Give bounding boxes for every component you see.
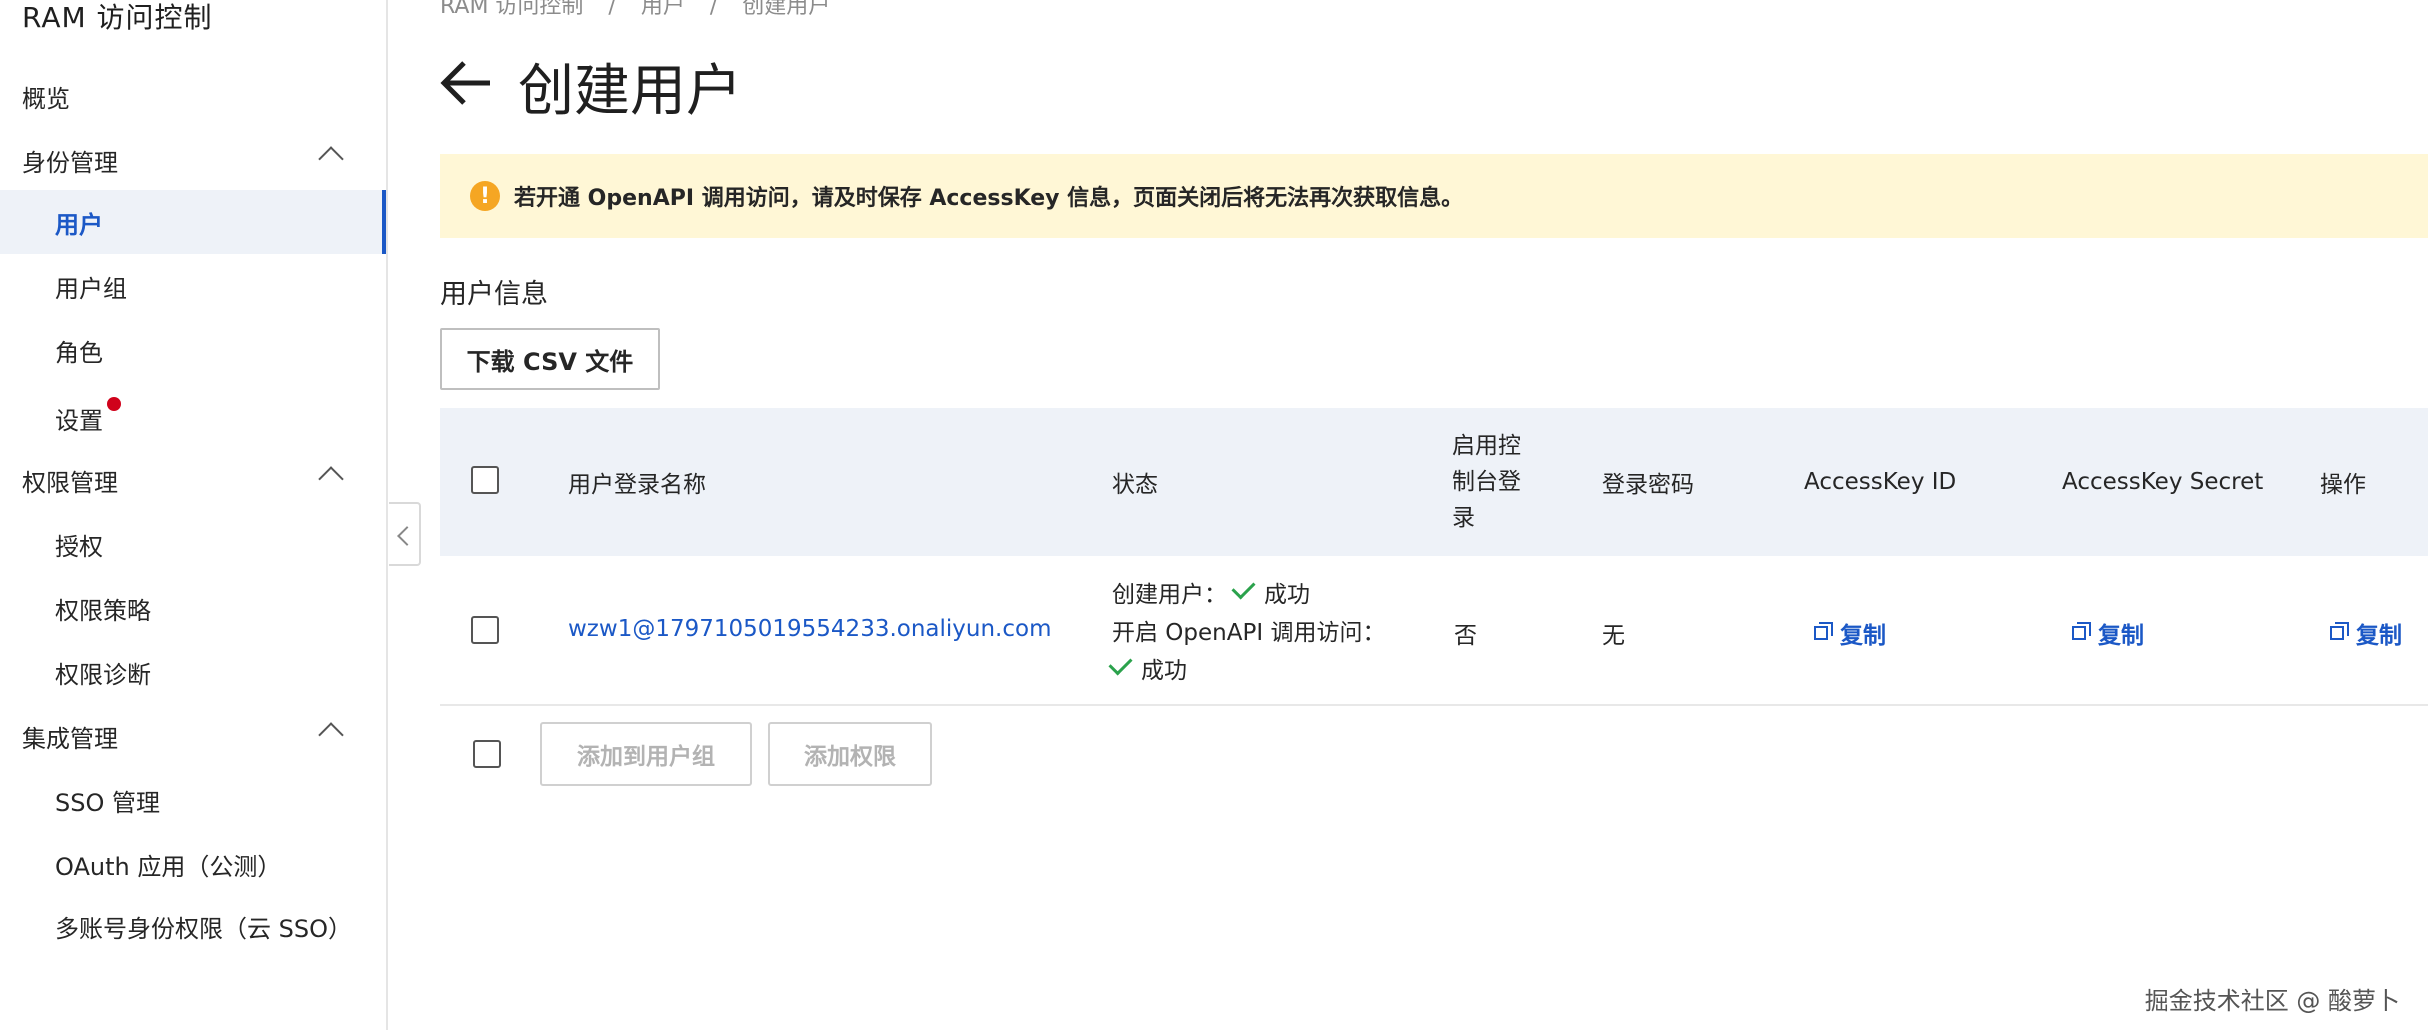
sidebar-group-identity[interactable]: 身份管理 — [0, 128, 386, 192]
sidebar-item-label: 集成管理 — [22, 724, 118, 753]
sidebar-item-user-groups[interactable]: 用户组 — [0, 254, 386, 318]
watermark: 掘金技术社区 @ 酸萝卜 — [2144, 987, 2400, 1015]
sidebar-item-diagnostics[interactable]: 权限诊断 — [0, 640, 386, 704]
sidebar-item-label: 授权 — [55, 532, 103, 561]
sidebar-item-label: 权限策略 — [55, 596, 151, 625]
sidebar-collapse-button[interactable] — [389, 502, 421, 566]
alert-text: 若开通 OpenAPI 调用访问，请及时保存 AccessKey 信息，页面关闭… — [514, 186, 1464, 211]
copy-icon — [1814, 622, 1833, 640]
status-label: 开启 OpenAPI 调用访问： — [1112, 620, 1386, 646]
column-header-password: 登录密码 — [1602, 472, 1694, 498]
copy-icon — [2330, 622, 2349, 640]
sidebar-item-policies[interactable]: 权限策略 — [0, 576, 386, 640]
breadcrumb-item[interactable]: RAM 访问控制 — [440, 0, 583, 19]
copy-label: 复制 — [2098, 623, 2144, 649]
column-header-accesskey-secret: AccessKey Secret — [2062, 469, 2264, 495]
warning-alert: ! 若开通 OpenAPI 调用访问，请及时保存 AccessKey 信息，页面… — [440, 154, 2428, 238]
sidebar-item-grants[interactable]: 授权 — [0, 512, 386, 576]
add-permission-button[interactable]: 添加权限 — [768, 722, 932, 786]
column-header-console-login: 启用控制台登录 — [1452, 433, 1521, 531]
column-header-actions: 操作 — [2320, 472, 2366, 498]
copy-action-button[interactable]: 复制 — [2330, 616, 2402, 650]
sidebar-item-label: 身份管理 — [22, 148, 118, 177]
copy-label: 复制 — [2356, 623, 2402, 649]
chevron-up-icon — [318, 146, 344, 172]
sidebar-item-label: 设置 — [55, 406, 103, 435]
back-arrow-icon[interactable] — [440, 58, 492, 108]
main-content: RAM 访问控制 / 用户 / 创建用户 创建用户 ! 若开通 OpenAPI … — [440, 0, 2428, 1030]
section-title: 用户信息 — [440, 279, 548, 310]
sidebar-item-label: 角色 — [55, 338, 103, 367]
sidebar-item-label: 权限管理 — [22, 468, 118, 497]
check-icon — [1108, 651, 1133, 676]
status-value: 成功 — [1264, 582, 1310, 608]
notification-dot — [107, 397, 121, 411]
copy-label: 复制 — [1840, 623, 1886, 649]
password-value: 无 — [1602, 623, 1625, 649]
sidebar-item-oauth[interactable]: OAuth 应用（公测） — [0, 832, 386, 896]
breadcrumb: RAM 访问控制 / 用户 / 创建用户 — [440, 0, 848, 20]
table-row: wzw1@1797105019554233.onaliyun.com 创建用户：… — [440, 556, 2428, 706]
breadcrumb-item[interactable]: 用户 — [641, 0, 685, 19]
status-cell: 创建用户： 成功 开启 OpenAPI 调用访问： 成功 — [1108, 575, 1386, 690]
sidebar-item-sso[interactable]: SSO 管理 — [0, 768, 386, 832]
sidebar-group-integration[interactable]: 集成管理 — [0, 704, 386, 768]
row-checkbox[interactable] — [471, 616, 499, 644]
download-csv-button[interactable]: 下载 CSV 文件 — [440, 328, 660, 390]
chevron-up-icon — [318, 466, 344, 492]
column-header-login-name: 用户登录名称 — [568, 472, 706, 498]
app-title: RAM 访问控制 — [22, 1, 213, 34]
select-all-checkbox[interactable] — [471, 466, 499, 494]
sidebar-item-label: 多账号身份权限（云 SSO） — [55, 914, 352, 943]
status-value: 成功 — [1141, 658, 1187, 684]
column-header-accesskey-id: AccessKey ID — [1804, 469, 1957, 495]
user-login-name-link[interactable]: wzw1@1797105019554233.onaliyun.com — [568, 616, 1052, 642]
console-login-value: 否 — [1454, 623, 1477, 649]
sidebar-item-label: 用户组 — [55, 274, 127, 303]
sidebar-item-cloud-sso[interactable]: 多账号身份权限（云 SSO） — [0, 894, 386, 958]
check-icon — [1231, 575, 1256, 600]
sidebar-group-permissions[interactable]: 权限管理 — [0, 448, 386, 512]
sidebar-item-label: 用户 — [55, 210, 103, 239]
column-header-status: 状态 — [1112, 472, 1158, 498]
chevron-up-icon — [318, 722, 344, 748]
chevron-left-icon — [397, 526, 417, 546]
breadcrumb-item-current: 创建用户 — [742, 0, 831, 19]
sidebar-item-users[interactable]: 用户 — [0, 190, 386, 254]
sidebar-item-settings[interactable]: 设置 — [0, 386, 386, 450]
sidebar-item-label: OAuth 应用（公测） — [55, 852, 282, 881]
page-title: 创建用户 — [518, 59, 742, 124]
sidebar-item-label: 概览 — [22, 84, 70, 113]
breadcrumb-separator: / — [608, 0, 616, 19]
warning-icon: ! — [470, 181, 500, 211]
sidebar: RAM 访问控制 概览 身份管理 用户 用户组 角色 设置 权限管理 授权 权限… — [0, 0, 388, 1030]
sidebar-item-roles[interactable]: 角色 — [0, 318, 386, 382]
copy-icon — [2072, 622, 2091, 640]
sidebar-item-label: 权限诊断 — [55, 660, 151, 689]
status-label: 创建用户： — [1112, 582, 1227, 608]
footer-select-all-checkbox[interactable] — [473, 740, 501, 768]
copy-accesskey-secret-button[interactable]: 复制 — [2072, 616, 2144, 650]
breadcrumb-separator: / — [709, 0, 718, 19]
copy-accesskey-id-button[interactable]: 复制 — [1814, 616, 1886, 650]
add-to-group-button[interactable]: 添加到用户组 — [540, 722, 752, 786]
sidebar-item-label: SSO 管理 — [55, 788, 160, 817]
table-header: 用户登录名称 状态 启用控制台登录 登录密码 AccessKey ID Acce… — [440, 408, 2428, 556]
sidebar-item-overview[interactable]: 概览 — [0, 64, 386, 128]
